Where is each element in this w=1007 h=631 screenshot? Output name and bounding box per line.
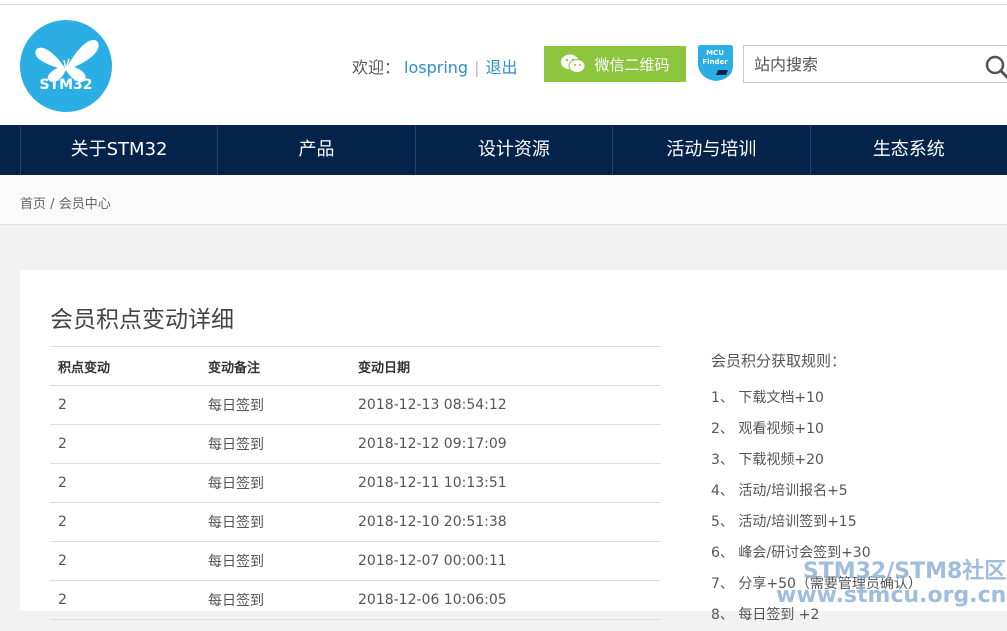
cell-date: 2018-12-06 10:06:05 [350,580,661,620]
cell-remark: 每日签到 [200,463,350,503]
site-header: STM32 欢迎： lospring | 退出 微信二维码 MCU Finder [0,5,1007,125]
cell-points: 2 [50,385,200,425]
cell-remark: 每日签到 [200,424,350,464]
points-rules: 会员积分获取规则： 1、 下载文档+10 2、 观看视频+10 3、 下载视频+… [711,350,922,631]
wechat-qr-button[interactable]: 微信二维码 [544,46,686,82]
nav-item-ecosystem[interactable]: 生态系统 [809,125,1007,175]
table-row: 2 每日签到 2018-12-12 09:17:09 [50,424,661,464]
cell-remark: 每日签到 [200,385,350,425]
logo-text: STM32 [39,77,93,93]
mcu-finder-icon: MCU Finder [698,45,733,81]
table-header-row: 积点变动 变动备注 变动日期 [50,346,661,386]
breadcrumb-separator: / [50,197,55,212]
rule-item: 4、 活动/培训报名+5 [711,483,848,499]
search-icon[interactable] [984,54,1007,80]
cell-date: 2018-12-12 09:17:09 [350,424,661,464]
breadcrumb-current: 会员中心 [58,197,111,212]
breadcrumb-home[interactable]: 首页 [20,197,46,212]
column-header-points: 积点变动 [50,346,200,386]
butterfly-icon [35,40,99,82]
nav-item-about[interactable]: 关于STM32 [19,125,217,175]
content-panel: 会员积点变动详细 积点变动 变动备注 变动日期 2 每日签到 2018-12-1… [20,270,1007,623]
cell-remark: 每日签到 [200,580,350,620]
rule-item: 2、 观看视频+10 [711,421,824,437]
nav-item-products[interactable]: 产品 [217,125,414,175]
column-header-date: 变动日期 [350,346,661,386]
cell-points: 2 [50,424,200,464]
breadcrumb: 首页 / 会员中心 [20,193,111,212]
rule-item: 3、 下载视频+20 [711,452,824,468]
welcome-separator: | [474,58,480,77]
rule-item: 6、 峰会/研讨会签到+30 [711,545,871,561]
cell-points: 2 [50,580,200,620]
mcu-finder-text-2: Finder [702,58,728,66]
cell-remark: 每日签到 [200,541,350,581]
table-row: 2 每日签到 2018-12-10 20:51:38 [50,502,661,542]
welcome-label: 欢迎： [352,58,401,77]
cell-points: 2 [50,541,200,581]
logout-link[interactable]: 退出 [485,58,517,77]
table-row: 2 每日签到 2018-12-06 10:06:05 [50,580,661,620]
cell-date: 2018-12-07 00:00:11 [350,541,661,581]
cell-date: 2018-12-13 08:54:12 [350,385,661,425]
points-table: 积点变动 变动备注 变动日期 2 每日签到 2018-12-13 08:54:1… [50,346,661,620]
cell-points: 2 [50,502,200,542]
wechat-icon [561,54,586,73]
mcu-finder-text-1: MCU [706,49,724,57]
rule-item: 1、 下载文档+10 [711,390,824,406]
username-link[interactable]: lospring [404,58,468,77]
cell-date: 2018-12-10 20:51:38 [350,502,661,542]
main-nav: 关于STM32 产品 设计资源 活动与培训 生态系统 [0,125,1007,175]
mcu-finder-link[interactable]: MCU Finder [696,43,734,83]
table-row: 2 每日签到 2018-12-13 08:54:12 [50,385,661,425]
rules-title: 会员积分获取规则： [711,352,847,370]
column-header-remark: 变动备注 [200,346,350,386]
rule-item: 5、 活动/培训签到+15 [711,514,857,530]
rule-item: 7、 分享+50（需要管理员确认） [711,576,922,592]
nav-item-events-training[interactable]: 活动与培训 [612,125,809,175]
page-title: 会员积点变动详细 [50,307,234,333]
welcome-bar: 欢迎： lospring | 退出 [352,54,517,78]
stm32-logo[interactable]: STM32 [20,20,112,112]
search-input[interactable] [744,46,994,82]
rule-item: 8、 每日签到 +2 [711,607,820,623]
site-search [743,45,1007,83]
cell-points: 2 [50,463,200,503]
table-row: 2 每日签到 2018-12-07 00:00:11 [50,541,661,581]
table-row: 2 每日签到 2018-12-11 10:13:51 [50,463,661,503]
wechat-button-label: 微信二维码 [594,55,670,74]
breadcrumb-bar: 首页 / 会员中心 [0,175,1007,225]
cell-remark: 每日签到 [200,502,350,542]
nav-item-design-resources[interactable]: 设计资源 [414,125,612,175]
cell-date: 2018-12-11 10:13:51 [350,463,661,503]
